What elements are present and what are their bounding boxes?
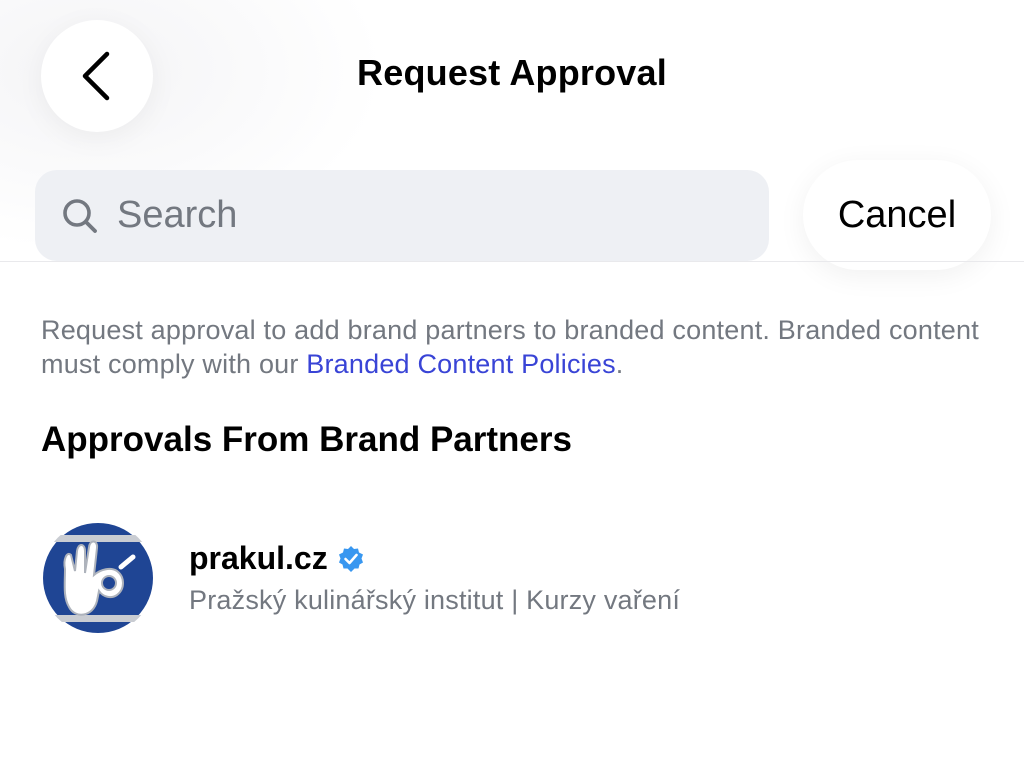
search-input[interactable] <box>117 194 737 237</box>
divider <box>0 261 1024 262</box>
cancel-button[interactable]: Cancel <box>803 160 991 270</box>
search-bar[interactable] <box>35 170 769 261</box>
description-suffix: . <box>615 349 624 379</box>
verified-badge-icon <box>337 545 365 573</box>
avatar <box>41 521 155 635</box>
account-full-name: Pražský kulinářský institut | Kurzy vaře… <box>189 585 681 615</box>
request-approval-screen: Request Approval Cancel Request approval… <box>0 0 1024 762</box>
ok-hand-logo <box>41 521 155 635</box>
branded-content-policies-link[interactable]: Branded Content Policies <box>306 349 616 379</box>
username-line: prakul.cz <box>189 540 680 577</box>
search-icon <box>59 195 101 237</box>
branded-content-description: Request approval to add brand partners t… <box>41 313 991 381</box>
page-title: Request Approval <box>357 52 667 93</box>
username: prakul.cz <box>189 540 328 576</box>
account-text: prakul.cz Pražský kulinářský institut | … <box>189 540 680 616</box>
section-heading: Approvals From Brand Partners <box>41 420 572 459</box>
account-row[interactable]: prakul.cz Pražský kulinářský institut | … <box>41 521 981 635</box>
